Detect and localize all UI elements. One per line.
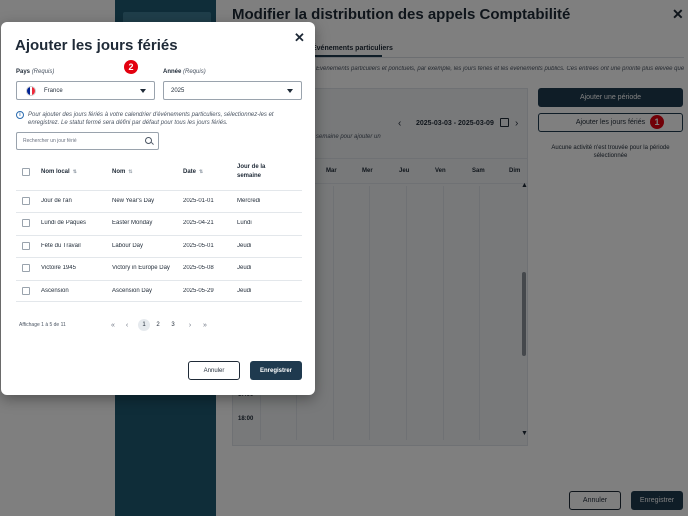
chevron-down-icon — [287, 89, 293, 93]
sort-icon: ⇅ — [199, 169, 204, 175]
cell-name: Easter Monday — [112, 220, 153, 226]
column-header-label: Nom — [112, 169, 126, 175]
year-label: Année (Requis) — [163, 69, 206, 75]
cell-date: 2025-01-01 — [183, 198, 214, 204]
cell-date: 2025-04-21 — [183, 220, 214, 226]
cell-local-name: Fête du Travail — [41, 243, 81, 249]
country-label: Pays (Requis) — [16, 69, 54, 75]
cell-date: 2025-05-01 — [183, 243, 214, 249]
page-button-2[interactable]: 2 — [152, 319, 164, 331]
country-value: France — [44, 87, 63, 94]
step-badge-2: 2 — [123, 59, 139, 75]
add-holidays-modal: Ajouter les jours fériés ✕ Pays (Requis)… — [1, 22, 315, 395]
column-header-local-name[interactable]: Nom local ⇅ — [41, 168, 77, 177]
cell-date: 2025-05-29 — [183, 288, 214, 294]
column-header-date[interactable]: Date ⇅ — [183, 168, 203, 177]
next-page-button[interactable]: › — [184, 319, 196, 331]
country-required: (Requis) — [31, 69, 55, 75]
row-checkbox[interactable] — [22, 219, 30, 227]
cell-local-name: Victoire 1945 — [41, 265, 76, 271]
info-text: Pour ajouter des jours fériés à votre ca… — [28, 112, 274, 126]
column-header-weekday[interactable]: Jour de la semaine — [237, 163, 287, 181]
column-header-label: Date — [183, 169, 197, 175]
sort-icon: ⇅ — [72, 169, 77, 175]
cell-date: 2025-05-08 — [183, 265, 214, 271]
info-icon: i — [16, 111, 24, 119]
column-header-name[interactable]: Nom ⇅ — [112, 168, 133, 177]
cell-local-name: Ascension — [41, 288, 69, 294]
cell-local-name: Jour de l'an — [41, 198, 72, 204]
table-row[interactable]: Jour de l'an New Year's Day 2025-01-01 M… — [16, 190, 302, 212]
prev-page-button[interactable]: ‹ — [121, 319, 133, 331]
row-checkbox[interactable] — [22, 197, 30, 205]
chevron-down-icon — [140, 89, 146, 93]
column-header-label: Nom local — [41, 169, 70, 175]
first-page-button[interactable]: « — [107, 319, 119, 331]
table-row[interactable]: Fête du Travail Labour Day 2025-05-01 Je… — [16, 235, 302, 257]
cell-weekday: Jeudi — [237, 265, 252, 271]
sort-icon: ⇅ — [128, 169, 133, 175]
row-checkbox[interactable] — [22, 287, 30, 295]
row-checkbox[interactable] — [22, 264, 30, 272]
search-placeholder: Rechercher un jour férié — [23, 138, 77, 144]
cancel-button[interactable]: Annuler — [188, 361, 240, 380]
year-label-text: Année — [163, 69, 182, 75]
year-select[interactable]: 2025 — [163, 81, 302, 100]
close-icon[interactable]: ✕ — [294, 30, 305, 46]
year-value: 2025 — [171, 87, 185, 94]
select-all-checkbox[interactable] — [22, 168, 30, 176]
cell-weekday: Lundi — [237, 220, 252, 226]
table-row[interactable]: Lundi de Pâques Easter Monday 2025-04-21… — [16, 212, 302, 234]
table-row[interactable]: Victoire 1945 Victory in Europe Day 2025… — [16, 257, 302, 279]
cell-name: New Year's Day — [112, 198, 155, 204]
page-button-3[interactable]: 3 — [167, 319, 179, 331]
modal-title: Ajouter les jours fériés — [15, 37, 178, 54]
country-label-text: Pays — [16, 69, 31, 75]
column-header-label: Jour de la semaine — [237, 164, 266, 179]
year-required: (Requis) — [183, 69, 206, 75]
holiday-search-input[interactable]: Rechercher un jour férié — [16, 132, 159, 150]
cell-name: Labour Day — [112, 243, 144, 249]
pagination-summary: Affichage 1 à 5 de 11 — [19, 322, 66, 328]
save-button[interactable]: Enregistrer — [250, 361, 302, 380]
france-flag-icon — [26, 85, 36, 96]
cell-name: Victory in Europe Day — [112, 265, 170, 271]
cell-weekday: Mercredi — [237, 198, 261, 204]
table-row[interactable]: Ascension Ascension Day 2025-05-29 Jeudi — [16, 280, 302, 302]
info-note: i Pour ajouter des jours fériés à votre … — [16, 111, 306, 127]
cell-local-name: Lundi de Pâques — [41, 220, 87, 226]
cell-weekday: Jeudi — [237, 288, 252, 294]
country-select[interactable]: France — [16, 81, 155, 100]
cell-name: Ascension Day — [112, 288, 153, 294]
cell-weekday: Jeudi — [237, 243, 252, 249]
last-page-button[interactable]: » — [199, 319, 211, 331]
page-button-1[interactable]: 1 — [138, 319, 150, 331]
row-checkbox[interactable] — [22, 242, 30, 250]
search-icon[interactable] — [145, 137, 152, 144]
